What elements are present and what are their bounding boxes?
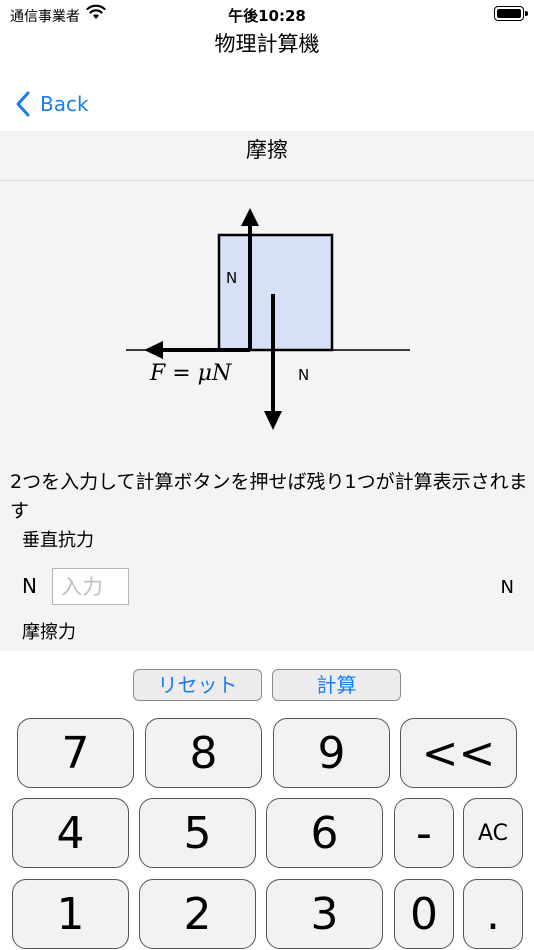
key-4[interactable]: 4 xyxy=(12,798,129,868)
friction-force-unit: N xyxy=(500,577,514,598)
key-2[interactable]: 2 xyxy=(139,879,256,949)
block xyxy=(217,233,334,352)
reset-button[interactable]: リセット xyxy=(133,669,262,701)
normal-force-input[interactable] xyxy=(52,568,129,605)
battery-icon xyxy=(494,6,528,21)
weight-arrowhead xyxy=(264,411,282,430)
weight-label: N xyxy=(298,366,309,384)
normal-force-unit: N xyxy=(22,574,37,598)
calculate-button[interactable]: 計算 xyxy=(272,669,401,701)
normal-force-label: 垂直抗力 xyxy=(22,530,94,551)
key-9[interactable]: 9 xyxy=(273,718,390,788)
backspace-key[interactable]: << xyxy=(400,718,517,788)
minus-key[interactable]: - xyxy=(394,798,454,868)
friction-force-arrowhead xyxy=(144,341,163,359)
key-6[interactable]: 6 xyxy=(266,798,383,868)
friction-diagram: N N F = μN xyxy=(126,208,410,430)
key-7[interactable]: 7 xyxy=(17,718,134,788)
section-divider xyxy=(0,180,534,181)
key-5[interactable]: 5 xyxy=(139,798,256,868)
normal-force-arrowhead xyxy=(241,208,259,226)
key-3[interactable]: 3 xyxy=(266,879,383,949)
decimal-key[interactable]: . xyxy=(463,879,523,949)
back-button[interactable]: Back xyxy=(14,88,89,120)
back-label: Back xyxy=(40,92,89,116)
normal-label: N xyxy=(226,269,237,287)
key-1[interactable]: 1 xyxy=(12,879,129,949)
status-bar: 通信事業者 午後10:28 xyxy=(0,0,534,28)
section-title: 摩擦 xyxy=(246,138,288,162)
instruction-text: 2つを入力して計算ボタンを押せば残り1つが計算表示されます xyxy=(10,471,528,522)
key-0[interactable]: 0 xyxy=(394,879,454,949)
friction-formula: F = μN xyxy=(149,361,232,386)
key-8[interactable]: 8 xyxy=(145,718,262,788)
app-title: 物理計算機 xyxy=(214,32,320,56)
all-clear-key[interactable]: AC xyxy=(463,798,523,868)
chevron-left-icon xyxy=(16,91,30,117)
status-time: 午後10:28 xyxy=(228,7,306,25)
friction-force-label: 摩擦力 xyxy=(22,622,76,643)
